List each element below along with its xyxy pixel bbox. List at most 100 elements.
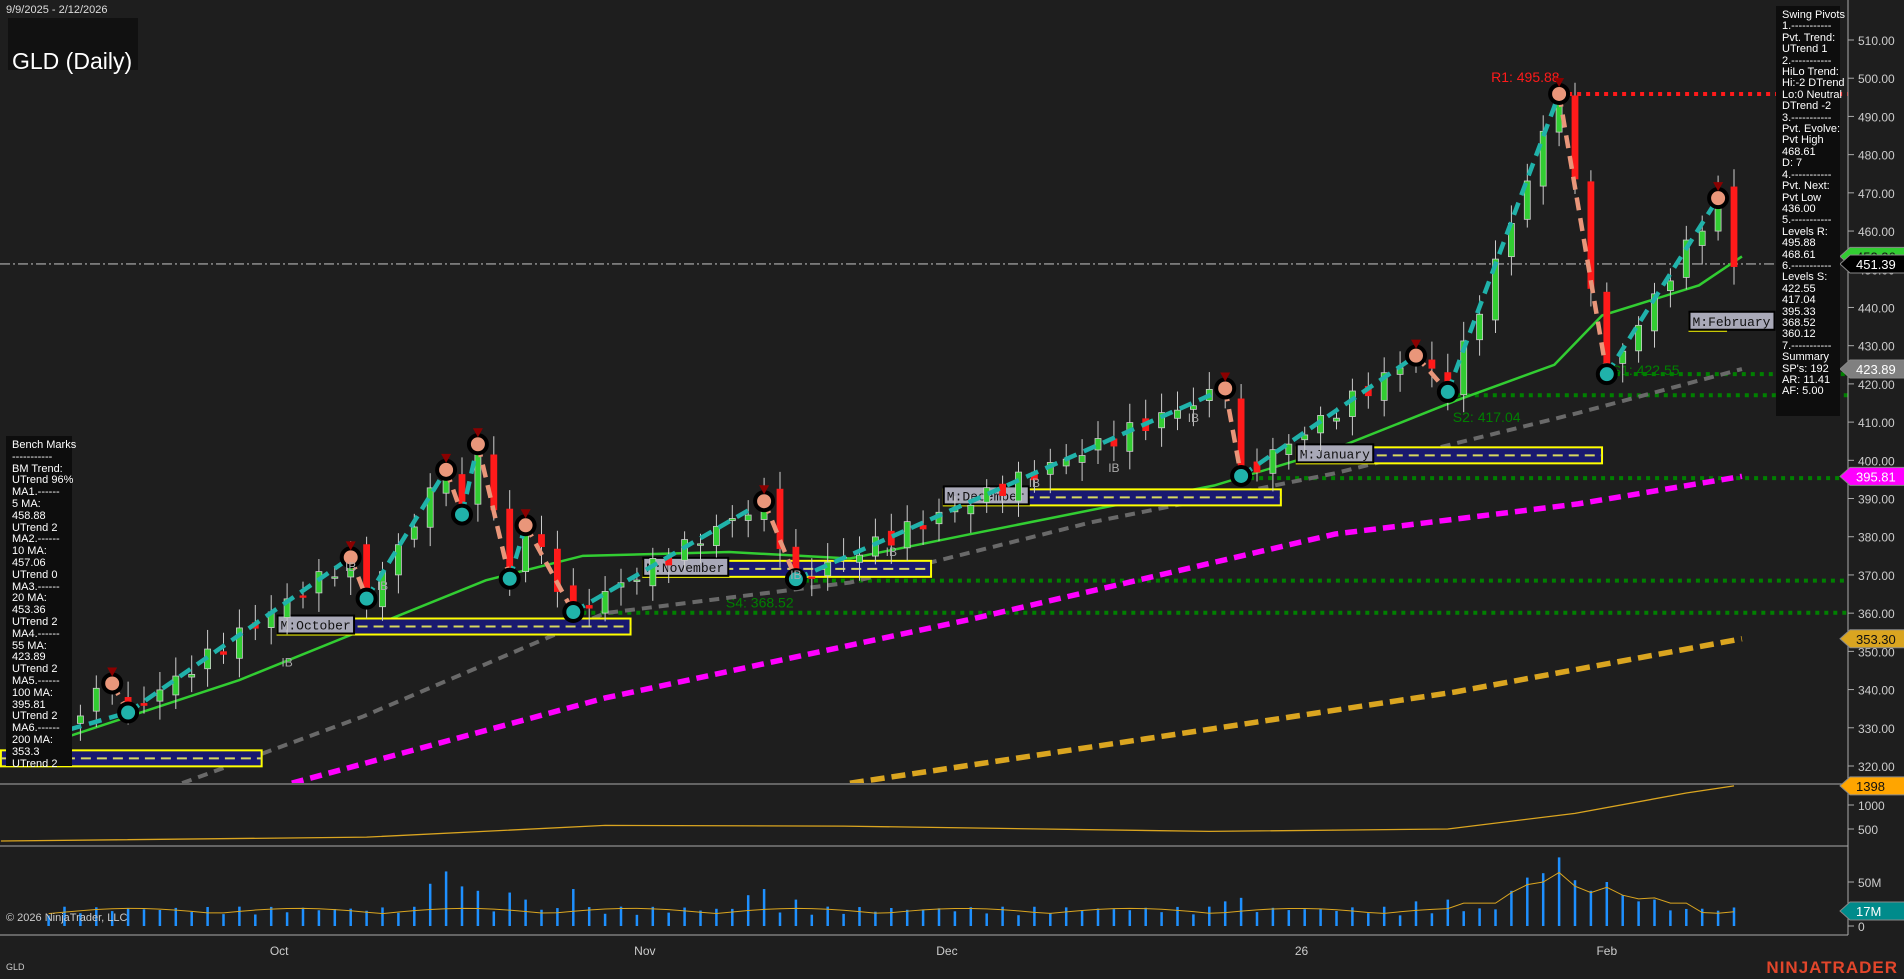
- panel-line: 5 MA:: [12, 499, 66, 511]
- price-tag: 451.39: [1856, 257, 1896, 272]
- candle-up: [427, 488, 433, 527]
- ib-marker: IB: [377, 579, 388, 593]
- candle-up: [698, 544, 704, 546]
- swing-low-marker: [119, 703, 137, 721]
- price-tag: 353.30: [1856, 632, 1896, 647]
- candle-up: [634, 580, 640, 582]
- volume-tag: 17M: [1856, 904, 1881, 919]
- panel-line: 353.3: [12, 747, 66, 759]
- candle-up: [1667, 281, 1673, 291]
- ma-line-200ma: [850, 639, 1742, 783]
- y-tick-label: 490.00: [1858, 110, 1895, 124]
- swing-low-marker: [564, 603, 582, 621]
- swing-high-marker: [469, 435, 487, 453]
- candle-down: [539, 535, 545, 547]
- x-tick-label: Nov: [634, 944, 655, 958]
- candle-down: [221, 652, 227, 655]
- panel-line: Pvt. Next:: [1782, 181, 1834, 192]
- candle-up: [904, 522, 910, 548]
- candle-down: [1429, 360, 1435, 368]
- candle-up: [1079, 456, 1085, 463]
- y-tick-label: 360.00: [1858, 607, 1895, 621]
- candle-down: [300, 596, 306, 598]
- panel-line: 495.88: [1782, 238, 1834, 249]
- x-tick-label: Feb: [1596, 944, 1617, 958]
- indicator-tick-label: 1000: [1858, 799, 1885, 813]
- candle-up: [1477, 314, 1483, 339]
- panel-line: UTrend 1: [1782, 44, 1834, 55]
- candle-down: [1731, 187, 1737, 267]
- y-tick-label: 480.00: [1858, 149, 1895, 163]
- panel-line: Summary: [1782, 352, 1834, 363]
- volume-average-line: [49, 872, 1734, 913]
- price-area: R1: 495.88S1: 422.55S2: 417.04S4: 368.52…: [0, 69, 1848, 783]
- monthly-label: M:January: [1300, 447, 1370, 462]
- ib-marker: IB: [886, 545, 897, 559]
- candle-up: [1190, 406, 1196, 410]
- panel-line: 417.04: [1782, 295, 1834, 306]
- price-tag: 395.81: [1856, 469, 1896, 484]
- candle-down: [809, 577, 815, 579]
- y-tick-label: 500.00: [1858, 72, 1895, 86]
- level-label: S1: 422.55: [1612, 362, 1680, 378]
- panel-line: 200 MA:: [12, 735, 66, 747]
- x-tick-label: 26: [1295, 944, 1309, 958]
- swing-low-marker: [1232, 467, 1250, 485]
- swing-high-marker: [1550, 85, 1568, 103]
- panel-line: 100 MA:: [12, 688, 66, 700]
- candle-up: [1127, 423, 1133, 452]
- price-chart[interactable]: R1: 495.88S1: 422.55S2: 417.04S4: 368.52…: [0, 0, 1904, 979]
- candle-up: [729, 518, 735, 520]
- panel-line: UTrend 0: [12, 570, 66, 582]
- ib-marker: IB: [281, 656, 292, 670]
- candle-up: [77, 716, 83, 723]
- candle-up: [173, 676, 179, 695]
- y-tick-label: 460.00: [1858, 225, 1895, 239]
- swing-high-marker: [1709, 189, 1727, 207]
- swing-low-marker: [453, 506, 471, 524]
- candle-up: [857, 555, 863, 562]
- swing-high-marker: [517, 516, 535, 534]
- zigzag-down-leg: [1559, 94, 1607, 374]
- candle-down: [491, 455, 497, 510]
- y-tick-label: 470.00: [1858, 187, 1895, 201]
- swing-high-marker: [437, 461, 455, 479]
- swing-high-marker: [103, 674, 121, 692]
- y-tick-label: 400.00: [1858, 454, 1895, 468]
- candle-up: [968, 505, 974, 513]
- date-range: 9/9/2025 - 2/12/2026: [6, 4, 108, 16]
- y-tick-label: 410.00: [1858, 416, 1895, 430]
- ib-marker: IB: [1188, 411, 1199, 425]
- candle-up: [475, 449, 481, 504]
- panel-line: 457.06: [12, 558, 66, 570]
- candle-up: [332, 577, 338, 579]
- panel-line: 5.-----------: [1782, 215, 1834, 226]
- candle-down: [1000, 484, 1006, 495]
- candle-up: [1334, 418, 1340, 421]
- level-label: R1: 495.88: [1491, 69, 1560, 85]
- y-tick-label: 430.00: [1858, 340, 1895, 354]
- candle-up: [745, 515, 751, 520]
- x-tick-label: Dec: [936, 944, 957, 958]
- candle-up: [1270, 450, 1276, 474]
- symbol-label: GLD: [6, 962, 25, 972]
- panel-line: DTrend -2: [1782, 101, 1834, 112]
- x-tick-label: Oct: [270, 944, 289, 958]
- y-tick-label: 420.00: [1858, 378, 1895, 392]
- y-tick-label: 330.00: [1858, 722, 1895, 736]
- monthly-label: M:November: [646, 561, 724, 576]
- y-tick-label: 320.00: [1858, 760, 1895, 774]
- copyright: © 2026 NinjaTrader, LLC: [6, 912, 127, 924]
- candle-up: [93, 688, 99, 711]
- swing-low-marker: [358, 590, 376, 608]
- candle-up: [1016, 472, 1022, 501]
- ib-marker: IB: [1108, 461, 1119, 475]
- monthly-label: M:October: [281, 619, 351, 634]
- ib-marker: IB: [1029, 476, 1040, 490]
- panel-line: 458.88: [12, 511, 66, 523]
- swing-pivots-panel: Swing Pivots1.-----------Pvt. Trend:UTre…: [1776, 6, 1840, 416]
- candle-up: [1699, 231, 1705, 245]
- indicator-tag: 1398: [1856, 779, 1885, 794]
- chart-title: GLD (Daily): [12, 48, 132, 75]
- y-tick-label: 390.00: [1858, 493, 1895, 507]
